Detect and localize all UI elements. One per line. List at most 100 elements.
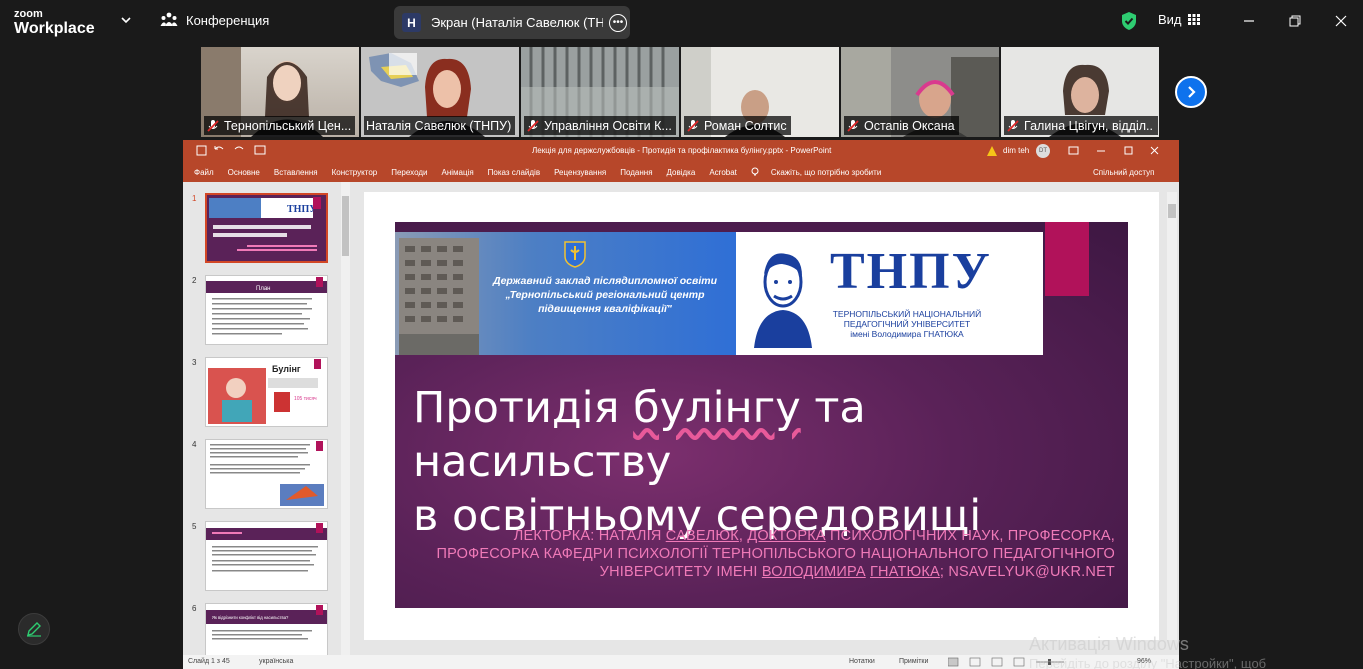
- participant-name: Наталія Савелюк (ТНПУ): [366, 118, 512, 133]
- meeting-label: Конференция: [186, 12, 270, 28]
- minimize-icon[interactable]: [1238, 10, 1260, 32]
- ribbon-tab-home[interactable]: Основне: [228, 168, 260, 177]
- tell-me-search[interactable]: Скажіть, що потрібно зробити: [771, 168, 881, 177]
- thumb-number: 4: [192, 440, 197, 449]
- view-button[interactable]: Вид: [1158, 12, 1200, 27]
- ribbon-tab-file[interactable]: Файл: [194, 168, 214, 177]
- participant-name: Галина Цвігун, відділ...: [1024, 118, 1154, 133]
- notes-button[interactable]: Нотатки: [849, 658, 875, 665]
- close-icon[interactable]: [1330, 10, 1352, 32]
- author-line-2: професорка кафедри психології Тернопільс…: [436, 546, 1115, 563]
- svg-text:Булінг: Булінг: [272, 364, 301, 374]
- zoom-logo-big: Workplace: [14, 20, 95, 37]
- thumb-number: 3: [192, 358, 197, 367]
- author-line-1: Лекторка: Наталія Савелюк, докторка псих…: [415, 527, 1115, 545]
- more-options-icon[interactable]: •••: [609, 13, 627, 32]
- zoom-title-bar: zoom Workplace Конференция Н Экран (Ната…: [0, 0, 1363, 44]
- language-indicator[interactable]: українська: [259, 658, 293, 665]
- ribbon-tab-animations[interactable]: Анімація: [441, 168, 473, 177]
- zoom-logo: zoom Workplace: [14, 9, 95, 37]
- thumb-number: 6: [192, 604, 197, 613]
- slide-1[interactable]: Державний заклад післядипломної освіти „…: [395, 222, 1128, 608]
- slide-thumbnail[interactable]: [205, 439, 328, 509]
- thumb-number: 1: [192, 194, 197, 203]
- author-part: університету імені: [599, 564, 762, 581]
- restore-icon[interactable]: [1284, 10, 1306, 32]
- slide-subtitle[interactable]: Лекторка: Наталія Савелюк, докторка псих…: [415, 527, 1115, 581]
- participant-tile[interactable]: Остапів Оксана: [841, 47, 999, 137]
- participant-tile-active-speaker[interactable]: Наталія Савелюк (ТНПУ): [361, 47, 519, 137]
- zoom-window: zoom Workplace Конференция Н Экран (Ната…: [0, 0, 1363, 669]
- thumbnail-preview: ТНПУ: [209, 197, 321, 251]
- ribbon-tab-insert[interactable]: Вставлення: [274, 168, 318, 177]
- university-name-1: ТЕРНОПІЛЬСЬКИЙ НАЦІОНАЛЬНИЙ: [832, 309, 982, 319]
- slide-thumbnail[interactable]: ТНПУ: [205, 193, 328, 263]
- participants-icon: [160, 12, 178, 26]
- ribbon-tab-help[interactable]: Довідка: [667, 168, 696, 177]
- slide-title[interactable]: Протидія булінгу та насильству в освітнь…: [413, 382, 1113, 543]
- slide-thumbnail[interactable]: Як відрізнити конфлікт від насильства?: [205, 603, 328, 655]
- participant-tile[interactable]: Тернопільський Цен...: [201, 47, 359, 137]
- windows-activation-hint: Перейдіть до розділу "Настройки", щоб: [1029, 656, 1267, 669]
- participant-name-bar: Галина Цвігун, відділ...: [1004, 116, 1158, 135]
- slide-counter: Слайд 1 з 45: [188, 658, 230, 665]
- svg-text:105 тисяч: 105 тисяч: [294, 396, 317, 402]
- participant-tile[interactable]: Галина Цвігун, відділ...: [1001, 47, 1159, 137]
- building-photo: [399, 238, 479, 355]
- slide-editing-canvas: Державний заклад післядипломної освіти „…: [364, 192, 1159, 640]
- participant-tile[interactable]: Роман Солтис: [681, 47, 839, 137]
- meeting-info-button[interactable]: Конференция: [160, 12, 269, 28]
- university-logo-block: ТНПУ ТЕРНОПІЛЬСЬКИЙ НАЦІОНАЛЬНИЙ ПЕДАГОГ…: [736, 232, 1043, 355]
- muted-mic-icon: [847, 119, 859, 132]
- slide-thumbnail[interactable]: Булінг 105 тисяч: [205, 357, 328, 427]
- hnatiuk-portrait-icon: [754, 253, 812, 348]
- author-line-3: університету імені Володимира Гнатюка; n…: [415, 563, 1115, 581]
- ribbon-tab-slideshow[interactable]: Показ слайдів: [488, 168, 540, 177]
- participant-name: Управління Освіти К...: [544, 118, 672, 133]
- svg-text:План: План: [256, 286, 270, 292]
- accent-block: [1045, 222, 1089, 296]
- next-participants-button[interactable]: [1175, 76, 1207, 108]
- ribbon-tab-review[interactable]: Рецензування: [554, 168, 606, 177]
- thumbnail-scrollbar[interactable]: [341, 182, 350, 655]
- comments-button[interactable]: Примітки: [899, 658, 928, 665]
- participant-name-bar: Роман Солтис: [684, 116, 791, 135]
- chevron-right-icon: [1188, 86, 1196, 98]
- participant-name-bar: Наталія Савелюк (ТНПУ): [364, 116, 516, 135]
- grid-view-icon: [1187, 14, 1200, 25]
- institute-banner: Державний заклад післядипломної освіти „…: [395, 232, 736, 355]
- tnpu-logo-text: ТНПУ: [830, 243, 992, 300]
- ribbon-tab-transitions[interactable]: Переходи: [391, 168, 427, 177]
- thumbnail-preview: Як відрізнити конфлікт від насильства?: [206, 605, 327, 640]
- author-part: психологічних наук, професорка,: [825, 528, 1115, 544]
- thumbnail-preview: Булінг 105 тисяч: [208, 359, 321, 424]
- encryption-shield-icon[interactable]: [1120, 11, 1138, 31]
- author-part: докторка: [747, 528, 826, 544]
- participant-name: Остапів Оксана: [864, 118, 955, 133]
- chevron-down-icon[interactable]: [119, 13, 133, 27]
- ribbon-tab-view[interactable]: Подання: [620, 168, 652, 177]
- university-name-2: ПЕДАГОГІЧНИЙ УНІВЕРСИТЕТ: [843, 319, 971, 330]
- ribbon-tab-design[interactable]: Конструктор: [332, 168, 378, 177]
- view-label: Вид: [1158, 12, 1182, 27]
- screen-share-label: Экран (Наталія Савелюк (ТНПУ: [431, 15, 603, 30]
- title-line-1: Протидія булінгу та насильству: [413, 382, 1113, 490]
- participant-strip: Тернопільський Цен... Наталія Савелюк (Т…: [201, 47, 1159, 137]
- ribbon-tab-acrobat[interactable]: Acrobat: [709, 168, 737, 177]
- quick-access-toolbar[interactable]: [195, 144, 275, 158]
- screen-share-indicator[interactable]: Н Экран (Наталія Савелюк (ТНПУ •••: [394, 6, 630, 39]
- university-name-3: імені Володимира ГНАТЮКА: [850, 329, 964, 340]
- ppt-window-controls[interactable]: [1067, 145, 1167, 157]
- participant-name-bar: Остапів Оксана: [844, 116, 959, 135]
- thumbnail-preview: План: [206, 277, 327, 335]
- share-button[interactable]: Спільний доступ: [1093, 168, 1155, 177]
- canvas-scrollbar[interactable]: [1167, 192, 1177, 640]
- university-name: ТЕРНОПІЛЬСЬКИЙ НАЦІОНАЛЬНИЙ ПЕДАГОГІЧНИЙ…: [822, 309, 992, 340]
- annotate-button[interactable]: [18, 613, 50, 645]
- slide-thumbnail[interactable]: План: [205, 275, 328, 345]
- ribbon-tabs: Файл Основне Вставлення Конструктор Пере…: [183, 162, 1179, 182]
- participant-tile[interactable]: Управління Освіти К...: [521, 47, 679, 137]
- author-part: Гнатюка: [870, 564, 940, 581]
- slide-thumbnail[interactable]: [205, 521, 328, 591]
- ppt-user-avatar[interactable]: DT: [1036, 144, 1050, 158]
